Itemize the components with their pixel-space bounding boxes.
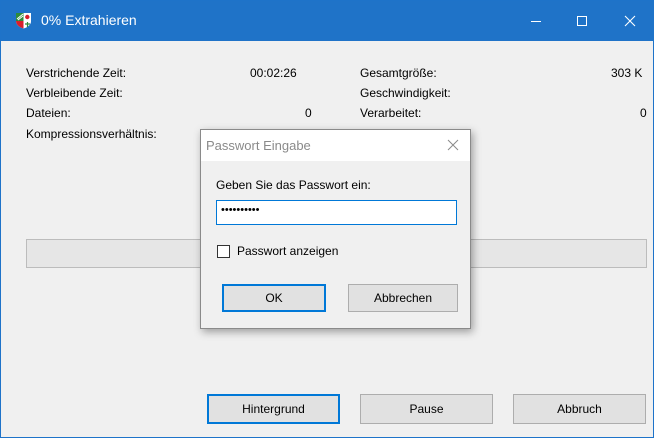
nrw-coat-of-arms-icon — [16, 13, 31, 29]
background-button[interactable]: Hintergrund — [207, 394, 340, 424]
ok-button[interactable]: OK — [222, 284, 326, 312]
compression-ratio-label: Kompressionsverhältnis: — [26, 127, 157, 141]
files-value: 0 — [305, 106, 312, 120]
dialog-title: Passwort Eingabe — [206, 138, 311, 153]
speed-label: Geschwindigkeit: — [360, 86, 451, 100]
password-prompt: Geben Sie das Passwort ein: — [216, 178, 371, 192]
processed-value: 0 — [640, 106, 647, 120]
minimize-icon — [531, 21, 541, 22]
cancel-button[interactable]: Abbrechen — [348, 284, 458, 312]
close-button[interactable] — [607, 1, 653, 41]
files-label: Dateien: — [26, 106, 71, 120]
elapsed-time-label: Verstrichende Zeit: — [26, 66, 127, 80]
close-icon — [624, 15, 636, 27]
remaining-time-label: Verbleibende Zeit: — [26, 86, 123, 100]
maximize-button[interactable] — [559, 1, 605, 41]
total-size-value: 303 K — [611, 66, 643, 80]
elapsed-time-value: 00:02:26 — [250, 66, 297, 80]
maximize-icon — [577, 16, 587, 26]
extract-window: 0% Extrahieren Verstrichende Zeit: 00:02… — [0, 0, 654, 438]
abort-button[interactable]: Abbruch — [513, 394, 646, 424]
window-title: 0% Extrahieren — [41, 12, 137, 28]
minimize-button[interactable] — [513, 1, 559, 41]
processed-label: Verarbeitet: — [360, 106, 422, 120]
password-dialog: Passwort Eingabe Geben Sie das Passwort … — [200, 129, 471, 329]
show-password-label[interactable]: Passwort anzeigen — [237, 244, 338, 258]
password-input[interactable]: •••••••••• — [216, 200, 457, 225]
title-bar[interactable]: 0% Extrahieren — [1, 1, 653, 41]
total-size-label: Gesamtgröße: — [360, 66, 437, 80]
pause-button[interactable]: Pause — [360, 394, 493, 424]
show-password-checkbox[interactable] — [217, 245, 230, 258]
close-icon[interactable] — [445, 137, 461, 153]
dialog-title-bar[interactable]: Passwort Eingabe — [201, 130, 470, 161]
